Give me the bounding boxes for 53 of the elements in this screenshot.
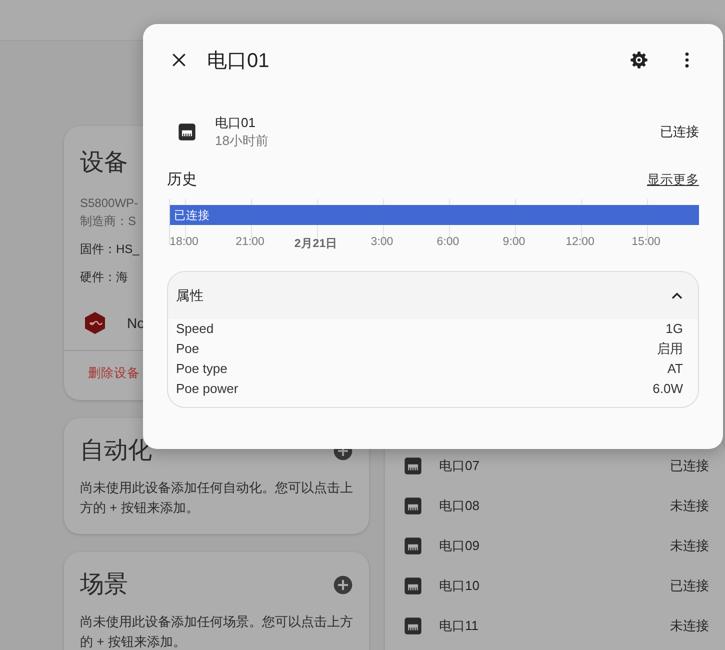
attribute-name: Poe power (176, 380, 238, 398)
card-title: 场景 (80, 570, 128, 600)
port-name[interactable]: 电口09 (439, 537, 670, 555)
device-info-text: 固件：HS_ (80, 241, 140, 258)
attribute-value: 6.0W (652, 380, 683, 398)
axis-tick-label: 21:00 (236, 236, 264, 248)
ethernet-port-icon (403, 536, 424, 556)
device-info-text: 硬件：海 (80, 269, 128, 286)
show-more-link[interactable]: 显示更多 (647, 170, 699, 188)
axis-tick-label: 18:00 (170, 236, 198, 248)
axis-tick-label: 2月21日 (294, 237, 338, 251)
port-state: 已连接 (670, 577, 709, 595)
ethernet-port-icon (177, 122, 197, 142)
ethernet-port-icon (403, 456, 424, 476)
add-icon[interactable] (333, 575, 354, 595)
device-info-text: S5800WP- (80, 195, 138, 212)
ethernet-port-icon (403, 616, 424, 636)
attribute-name: Speed (176, 320, 214, 338)
entity-state: 已连接 (660, 123, 699, 141)
last-changed-text: 18小时前 (215, 132, 270, 150)
attribute-value: 1G (666, 320, 683, 338)
port-state: 已连接 (670, 457, 709, 475)
axis-tick-label: 9:00 (502, 236, 526, 248)
axis-tick-label: 12:00 (566, 236, 594, 248)
settings-icon[interactable] (629, 50, 649, 70)
port-name[interactable]: 电口11 (439, 617, 670, 635)
attributes-header[interactable]: 属性 (168, 272, 698, 319)
attribute-value: AT (667, 360, 683, 378)
card-title: 自动化 (80, 436, 152, 466)
port-state: 未连接 (670, 497, 709, 515)
card-description: 尚未使用此设备添加任何场景。您可以点击上方的 + 按钮来添加。 (80, 613, 354, 650)
attribute-name: Poe type (176, 360, 228, 378)
port-name[interactable]: 电口08 (439, 497, 670, 515)
card-description: 尚未使用此设备添加任何自动化。您可以点击上方的 + 按钮来添加。 (80, 479, 354, 517)
state-bar-label: 已连接 (173, 208, 210, 222)
port-name[interactable]: 电口10 (439, 577, 670, 595)
section-title: 历史 (167, 170, 197, 189)
device-info-text: 制造商：S (80, 213, 136, 230)
dialog-title: 电口01 (207, 48, 270, 74)
axis-tick-label: 6:00 (436, 236, 460, 248)
integration-logo-icon (83, 311, 107, 335)
entity-name: 电口01 (215, 114, 256, 132)
axis-tick-label: 3:00 (370, 236, 394, 248)
attribute-name: Poe (176, 340, 200, 358)
section-title: 属性 (176, 286, 204, 304)
card-title: 设备 (80, 148, 129, 178)
attribute-value: 启用 (657, 340, 683, 358)
port-name[interactable]: 电口07 (439, 457, 670, 475)
ethernet-port-icon (403, 496, 424, 516)
port-state: 未连接 (670, 537, 709, 555)
port-state: 未连接 (670, 617, 709, 635)
ethernet-port-icon (403, 576, 424, 596)
axis-tick-label: 15:00 (632, 236, 660, 248)
